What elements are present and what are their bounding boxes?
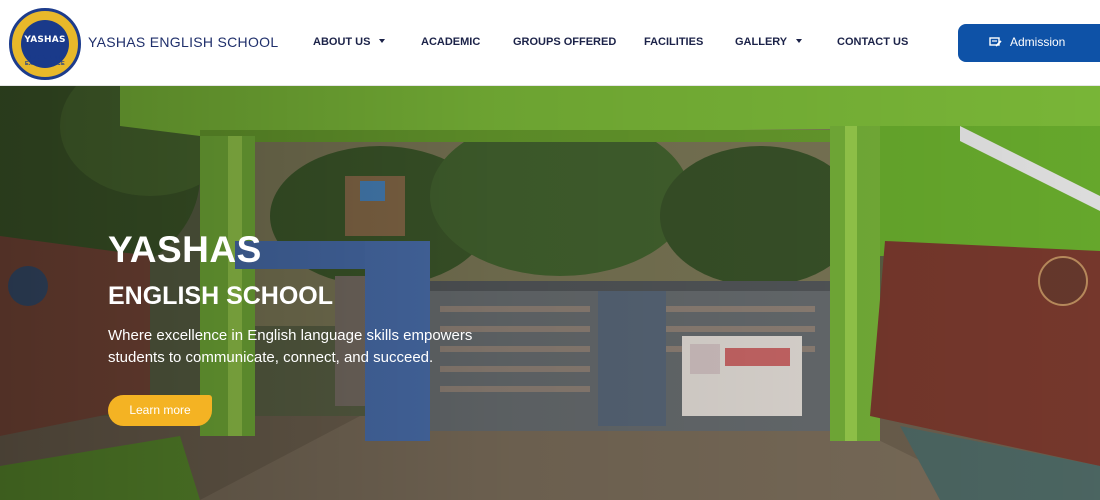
- form-icon: [989, 37, 1002, 47]
- brand-name[interactable]: YASHAS ENGLISH SCHOOL: [88, 34, 278, 50]
- site-header: YASHAS NURTURING EXCELLENCE YASHAS ENGLI…: [0, 0, 1100, 86]
- nav-item-contact-us[interactable]: CONTACT US: [837, 36, 908, 48]
- nav-label: ACADEMIC: [421, 36, 481, 48]
- nav-label: GROUPS OFFERED: [513, 36, 617, 48]
- hero-subtitle: ENGLISH SCHOOL: [108, 282, 334, 310]
- learn-more-button[interactable]: Learn more: [108, 395, 212, 426]
- logo-ring-text: NURTURING EXCELLENCE: [25, 55, 65, 67]
- nav-item-groups-offered[interactable]: GROUPS OFFERED: [513, 36, 616, 48]
- hero-description: Where excellence in English language ski…: [108, 327, 473, 366]
- school-logo[interactable]: YASHAS NURTURING EXCELLENCE: [9, 8, 81, 80]
- nav-label: GALLERY: [735, 36, 788, 48]
- hero-banner: YASHAS ENGLISH SCHOOL Where excellence i…: [0, 86, 1100, 500]
- nav-label: ABOUT US: [313, 36, 371, 48]
- chevron-down-icon: [379, 39, 386, 43]
- nav-item-gallery[interactable]: GALLERY: [735, 36, 803, 48]
- nav-item-facilities[interactable]: FACILITIES: [644, 36, 703, 48]
- chevron-down-icon: [796, 39, 803, 43]
- nav-item-academic[interactable]: ACADEMIC: [421, 36, 480, 48]
- nav-label: FACILITIES: [644, 36, 704, 48]
- admission-label: Admission: [1010, 35, 1066, 49]
- nav-label: CONTACT US: [837, 36, 909, 48]
- admission-button[interactable]: Admission: [958, 24, 1100, 62]
- hero-title: YASHAS: [108, 229, 262, 270]
- nav-item-about-us[interactable]: ABOUT US: [313, 36, 386, 48]
- logo-text: YASHAS: [24, 35, 66, 45]
